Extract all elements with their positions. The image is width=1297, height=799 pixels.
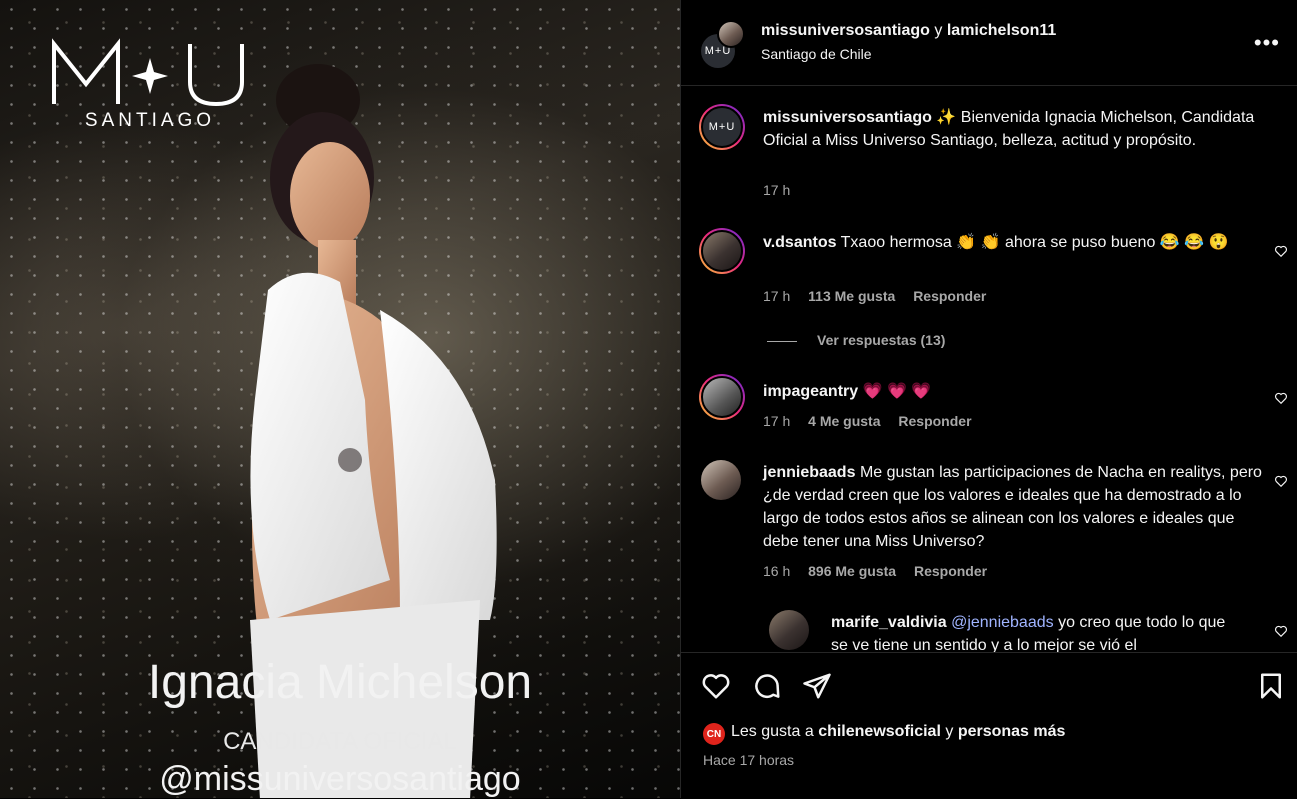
post-time: Hace 17 horas xyxy=(703,752,795,768)
comment-text: 💗 💗 💗 xyxy=(862,383,932,400)
likes-summary[interactable]: Les gusta a chilenewsoficial y personas … xyxy=(731,723,1065,741)
comment-meta: 17 h 113 Me gusta Responder xyxy=(763,288,1000,304)
likes-rest[interactable]: personas más xyxy=(958,723,1066,740)
avatar[interactable] xyxy=(699,228,745,274)
avatar-label: M+U xyxy=(708,121,736,133)
comment: v.dsantos Txaoo hermosa 👏 👏 ahora se pus… xyxy=(763,231,1263,254)
comment-username[interactable]: impageantry xyxy=(763,383,858,400)
comment-likes[interactable]: 113 Me gusta xyxy=(808,288,895,304)
comment-text: Txaoo hermosa 👏 👏 ahora se puso bueno 😂 … xyxy=(840,234,1229,251)
logo-word: SANTIAGO xyxy=(84,110,216,131)
like-comment-icon[interactable] xyxy=(1274,474,1288,488)
save-icon[interactable] xyxy=(1256,671,1286,701)
avatar-inner xyxy=(701,376,743,418)
caption-meta: 17 h xyxy=(763,182,804,198)
post-location[interactable]: Santiago de Chile xyxy=(761,46,872,62)
post-image[interactable]: SANTIAGO Ignacia Michelson CANDIDATA OFI xyxy=(0,0,680,798)
comment-time: 17 h xyxy=(763,288,791,304)
avatar[interactable] xyxy=(701,460,741,500)
avatar[interactable]: M+U xyxy=(699,104,745,150)
liker-badge: CN xyxy=(706,728,722,740)
more-options-icon[interactable]: ••• xyxy=(1254,30,1280,56)
reply-comment: marife_valdivia @jenniebaads yo creo que… xyxy=(831,611,1241,652)
comment: jenniebaads Me gustan las participacione… xyxy=(763,461,1263,553)
share-icon[interactable] xyxy=(802,671,832,701)
post-caption: missuniversosantiago ✨ Bienvenida Ignaci… xyxy=(763,106,1263,152)
author-joiner: y xyxy=(934,22,943,39)
comment-time: 16 h xyxy=(763,563,791,579)
avatar[interactable] xyxy=(699,374,745,420)
like-comment-icon[interactable] xyxy=(1274,624,1288,638)
likes-prefix: Les gusta a xyxy=(731,723,814,740)
avatar-inner: M+U xyxy=(701,106,743,148)
avatar[interactable] xyxy=(717,20,745,48)
avatar[interactable] xyxy=(769,610,809,650)
likes-user[interactable]: chilenewsoficial xyxy=(818,723,941,740)
like-comment-icon[interactable] xyxy=(1274,244,1288,258)
like-icon[interactable] xyxy=(701,671,731,701)
post-actions: CN Les gusta a chilenewsoficial y person… xyxy=(681,652,1297,799)
comment-icon[interactable] xyxy=(752,671,782,701)
collab-username[interactable]: lamichelson11 xyxy=(947,22,1056,39)
logo-mark-icon xyxy=(52,38,244,107)
comment-time: 17 h xyxy=(763,413,791,429)
reply-button[interactable]: Responder xyxy=(913,288,986,304)
post-authors: missuniversosantiago y lamichelson11 xyxy=(761,22,1056,40)
view-replies-label: Ver respuestas (13) xyxy=(817,332,946,348)
comment-username[interactable]: v.dsantos xyxy=(763,234,837,251)
comment-meta: 17 h 4 Me gusta Responder xyxy=(763,413,986,429)
reply-mention[interactable]: @jenniebaads xyxy=(951,614,1054,631)
comment-likes[interactable]: 4 Me gusta xyxy=(808,413,880,429)
comment: impageantry 💗 💗 💗 xyxy=(763,380,1263,403)
comment-likes[interactable]: 896 Me gusta xyxy=(808,563,896,579)
comment-meta: 16 h 896 Me gusta Responder xyxy=(763,563,1001,579)
comment-username[interactable]: jenniebaads xyxy=(763,464,855,481)
candidate-name: Ignacia Michelson xyxy=(147,656,533,709)
post-header: M+U missuniversosantiago y lamichelson11… xyxy=(681,0,1297,86)
liker-avatar[interactable]: CN xyxy=(703,723,725,745)
like-comment-icon[interactable] xyxy=(1274,391,1288,405)
post-sidebar: M+U missuniversosantiago y lamichelson11… xyxy=(680,0,1297,798)
author-username[interactable]: missuniversosantiago xyxy=(761,22,930,39)
caption-username[interactable]: missuniversosantiago xyxy=(763,109,932,126)
miss-universo-logo: SANTIAGO xyxy=(50,38,250,133)
avatar-inner xyxy=(701,230,743,272)
caption-time: 17 h xyxy=(763,182,791,198)
likes-joiner: y xyxy=(945,723,954,740)
candidate-role: CANDIDATA OFICIAL xyxy=(223,728,457,755)
reply-username[interactable]: marife_valdivia xyxy=(831,614,947,631)
reply-button[interactable]: Responder xyxy=(898,413,971,429)
reply-button[interactable]: Responder xyxy=(914,563,987,579)
view-replies-button[interactable]: Ver respuestas (13) xyxy=(767,332,945,348)
comments-list: M+U missuniversosantiago ✨ Bienvenida Ig… xyxy=(681,86,1297,652)
post-modal: SANTIAGO Ignacia Michelson CANDIDATA OFI xyxy=(0,0,1297,798)
divider xyxy=(767,340,797,342)
candidate-handle: @missuniversosantiago xyxy=(159,760,521,798)
